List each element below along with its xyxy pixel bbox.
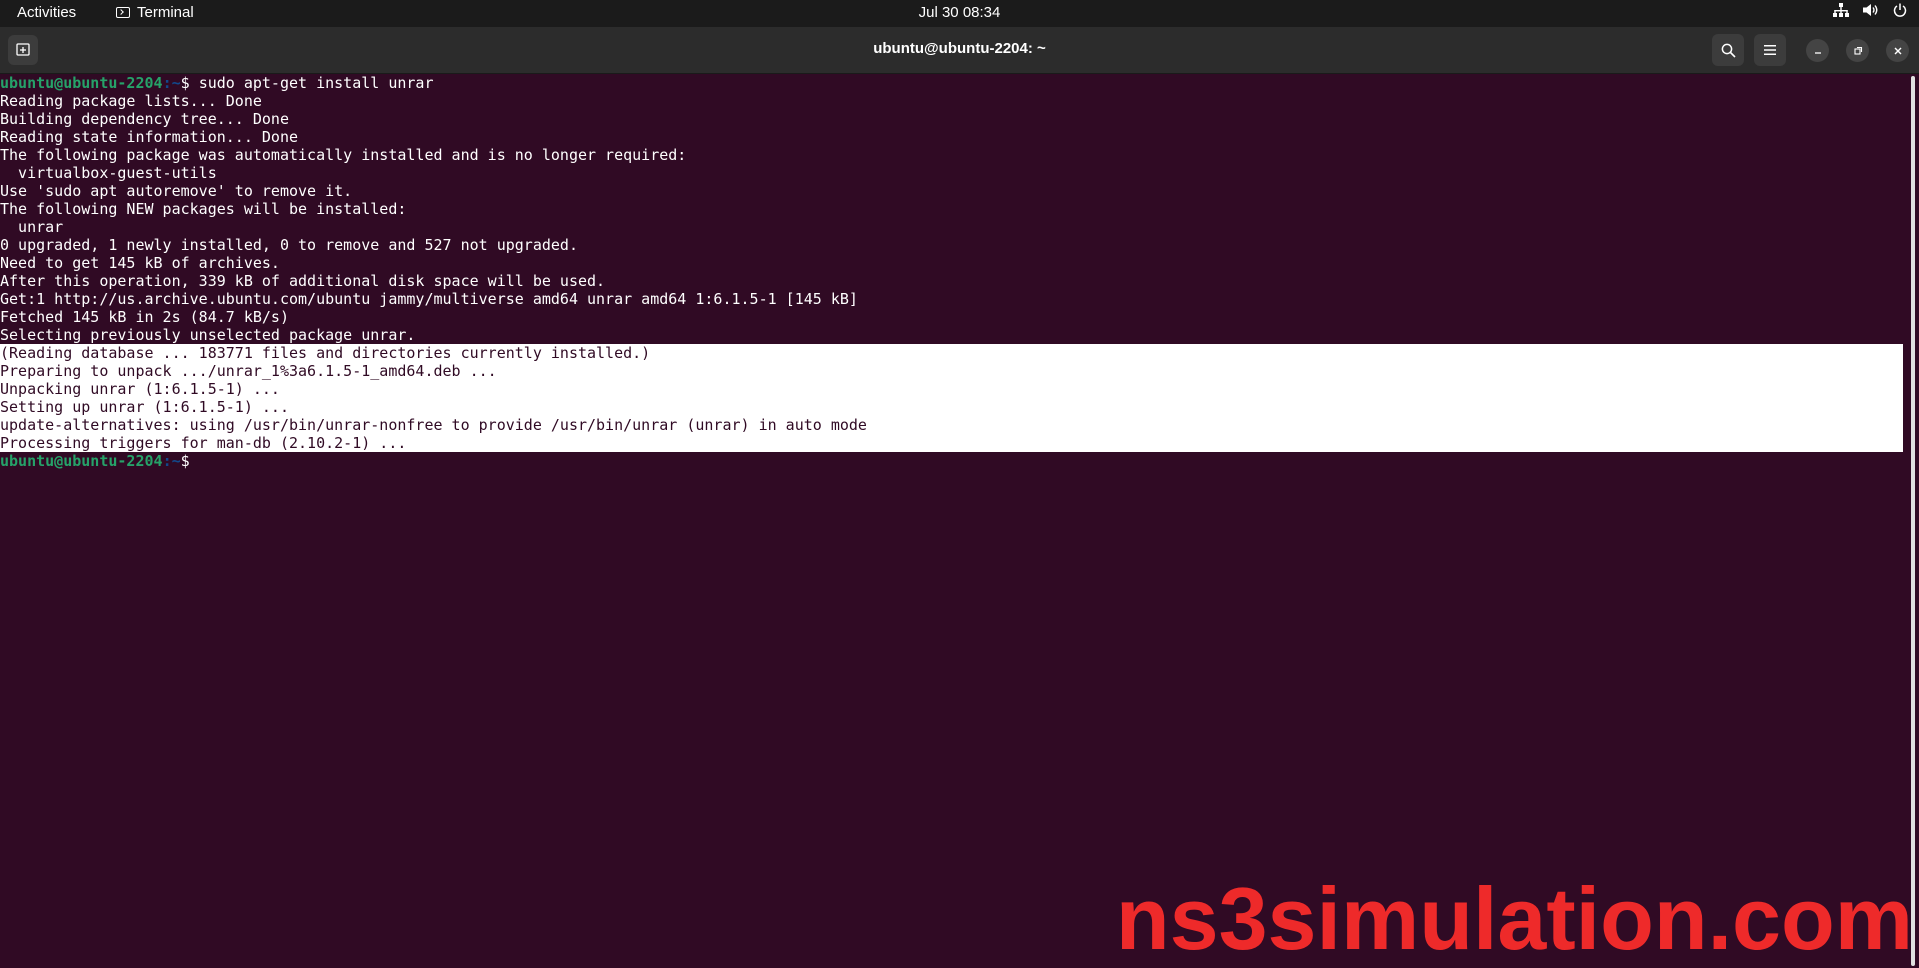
prompt-symbol: $ <box>180 74 199 92</box>
restore-icon <box>1853 46 1862 55</box>
watermark-text: ns3simulation.com <box>1115 869 1913 968</box>
output-line: Get:1 http://us.archive.ubuntu.com/ubunt… <box>0 290 858 308</box>
selected-output-line: Processing triggers for man-db (2.10.2-1… <box>0 434 1903 452</box>
volume-icon[interactable] <box>1863 3 1879 17</box>
selected-output-line: (Reading database ... 183771 files and d… <box>0 344 1903 362</box>
prompt-user: ubuntu@ubuntu-2204 <box>0 74 163 92</box>
power-icon[interactable] <box>1893 3 1907 17</box>
output-line: Building dependency tree... Done <box>0 110 289 128</box>
restore-button[interactable] <box>1846 39 1869 62</box>
output-line: The following NEW packages will be insta… <box>0 200 407 218</box>
prompt-path: :~ <box>162 74 181 92</box>
terminal-titlebar: ubuntu@ubuntu-2204: ~ <box>0 27 1919 74</box>
selected-output-line: update-alternatives: using /usr/bin/unra… <box>0 416 1903 434</box>
output-line: virtualbox-guest-utils <box>0 164 217 182</box>
selected-output: (Reading database ... 183771 files and d… <box>0 344 1903 452</box>
clock[interactable]: Jul 30 08:34 <box>0 4 1919 21</box>
command-line: ubuntu@ubuntu-2204:~$ sudo apt-get insta… <box>0 74 1903 92</box>
selected-output-line: Preparing to unpack .../unrar_1%3a6.1.5-… <box>0 362 1903 380</box>
selected-output-line: Unpacking unrar (1:6.1.5-1) ... <box>0 380 1903 398</box>
terminal-view[interactable]: ubuntu@ubuntu-2204:~$ sudo apt-get insta… <box>0 74 1903 968</box>
output-line: Reading package lists... Done <box>0 92 262 110</box>
output-line: 0 upgraded, 1 newly installed, 0 to remo… <box>0 236 578 254</box>
output-line: Use 'sudo apt autoremove' to remove it. <box>0 182 353 200</box>
prompt-path: :~ <box>162 452 181 470</box>
selected-output-line: Setting up unrar (1:6.1.5-1) ... <box>0 398 1903 416</box>
search-icon <box>1721 43 1736 58</box>
command-text: sudo apt-get install unrar <box>198 74 434 92</box>
output-line: The following package was automatically … <box>0 146 687 164</box>
menu-icon <box>1764 45 1776 55</box>
minimize-icon <box>1814 51 1821 54</box>
prompt-user: ubuntu@ubuntu-2204 <box>0 452 163 470</box>
close-icon <box>1894 47 1901 54</box>
network-icon[interactable] <box>1833 3 1849 17</box>
prompt-symbol: $ <box>180 452 199 470</box>
terminal-output: Reading package lists... Done Building de… <box>0 92 1903 344</box>
output-line: Reading state information... Done <box>0 128 299 146</box>
top-bar: Activities Terminal Jul 30 08:34 <box>0 0 1919 27</box>
window-title: ubuntu@ubuntu-2204: ~ <box>873 40 1046 57</box>
close-button[interactable] <box>1886 39 1909 62</box>
prompt-line[interactable]: ubuntu@ubuntu-2204:~$ <box>0 452 1903 470</box>
minimize-button[interactable] <box>1806 39 1829 62</box>
scrollbar[interactable] <box>1911 76 1915 966</box>
menu-button[interactable] <box>1754 34 1786 66</box>
output-line: Need to get 145 kB of archives. <box>0 254 280 272</box>
output-line: After this operation, 339 kB of addition… <box>0 272 606 290</box>
output-line: Fetched 145 kB in 2s (84.7 kB/s) <box>0 308 289 326</box>
output-line: unrar <box>0 218 64 236</box>
output-line: Selecting previously unselected package … <box>0 326 416 344</box>
system-tray[interactable] <box>1833 3 1907 17</box>
search-button[interactable] <box>1712 34 1744 66</box>
